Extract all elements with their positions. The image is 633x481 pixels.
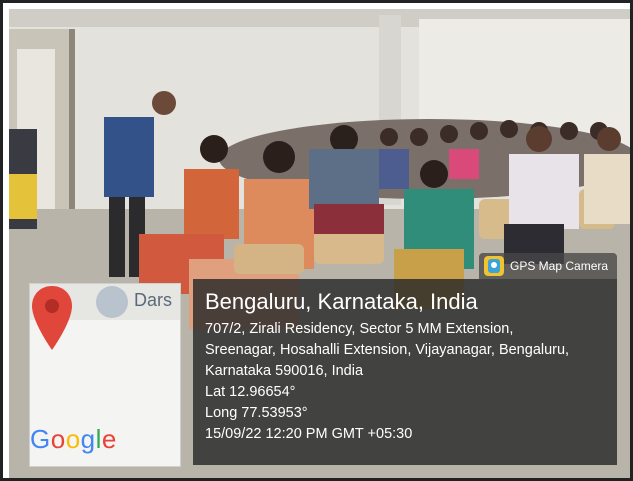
location-info-panel: Bengaluru, Karnataka, India 707/2, Ziral…: [193, 279, 617, 465]
timestamp: 15/09/22 12:20 PM GMT +05:30: [205, 426, 413, 442]
gps-map-camera-badge: GPS Map Camera: [479, 253, 617, 279]
address-line-3: Karnataka 590016, India: [205, 363, 364, 379]
map-place-marker: [96, 286, 128, 318]
location-title: Bengaluru, Karnataka, India: [205, 289, 478, 314]
map-thumbnail: Dars Google: [29, 283, 181, 467]
address-line-1: 707/2, Zirali Residency, Sector 5 MM Ext…: [205, 321, 514, 337]
photo-frame: Dars Google GPS Map Camera Bengaluru, Ka…: [0, 0, 633, 481]
latitude: Lat 12.96654°: [205, 384, 296, 400]
map-place-label: Dars: [134, 290, 173, 310]
longitude: Long 77.53953°: [205, 405, 308, 421]
gps-badge-label: GPS Map Camera: [510, 259, 609, 273]
address-line-2: Sreenagar, Hosahalli Extension, Vijayana…: [205, 342, 570, 358]
camera-icon: [484, 256, 504, 276]
map-pin-icon: [32, 286, 72, 350]
classroom-photo: Dars Google GPS Map Camera Bengaluru, Ka…: [9, 9, 630, 478]
google-logo: Google: [30, 424, 117, 454]
